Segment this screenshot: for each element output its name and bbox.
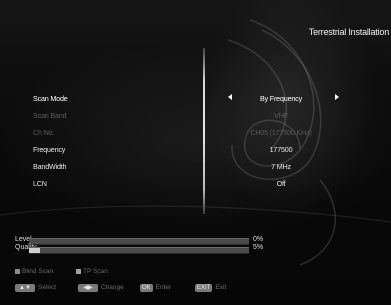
setting-row-lcn[interactable]: LCN Off: [0, 176, 391, 190]
setting-row-frequency[interactable]: Frequency 177500: [0, 142, 391, 156]
setting-value: By Frequency: [260, 94, 302, 103]
legend-label: Exit: [215, 284, 227, 291]
setting-label: BandWidth: [33, 162, 67, 171]
legend-label: Select: [38, 284, 57, 291]
setting-value: Off: [276, 179, 286, 188]
setting-value: VHF: [274, 111, 288, 120]
setting-row-scan-mode[interactable]: Scan Mode By Frequency: [0, 91, 391, 105]
legend-change: ◀▶ Change: [78, 284, 124, 292]
blind-scan-key-icon: [15, 269, 20, 274]
exit-key-icon: EXIT: [195, 284, 213, 292]
tv-menu-screen: Terrestrial Installation Scan Mode By Fr…: [0, 0, 391, 305]
legend-tp-scan: TP Scan: [76, 268, 108, 275]
quality-meter: [29, 247, 249, 254]
left-right-key-icon: ◀▶: [78, 284, 98, 292]
up-down-key-icon: ▲▼: [15, 284, 35, 292]
arrow-right-icon[interactable]: [335, 94, 339, 100]
setting-value: 177500: [269, 145, 293, 154]
legend-blind-scan: Blind Scan: [15, 268, 53, 275]
level-meter: [29, 238, 249, 245]
setting-label: Ch No.: [33, 128, 55, 137]
setting-label: Scan Mode: [33, 94, 68, 103]
legend-enter: OK Enter: [140, 284, 171, 292]
setting-value: CH05 (177500 KHz): [250, 128, 312, 137]
setting-row-channel-number: Ch No. CH05 (177500 KHz): [0, 125, 391, 139]
legend-exit: EXIT Exit: [195, 284, 226, 292]
ok-key-icon: OK: [140, 284, 153, 292]
setting-row-bandwidth[interactable]: BandWidth 7 MHz: [0, 159, 391, 173]
legend-label: Change: [101, 284, 124, 291]
legend-label: Blind Scan: [22, 268, 54, 275]
setting-label: LCN: [33, 179, 47, 188]
tp-scan-key-icon: [76, 269, 81, 274]
legend-label: TP Scan: [83, 268, 108, 275]
level-percent: 0%: [253, 236, 264, 243]
legend-label: Enter: [155, 284, 172, 291]
setting-row-scan-band: Scan Band VHF: [0, 108, 391, 122]
setting-label: Frequency: [33, 145, 66, 154]
quality-meter-fill: [29, 248, 40, 253]
page-title: Terrestrial Installation: [308, 27, 389, 37]
quality-percent: 5%: [253, 244, 264, 251]
setting-value: 7 MHz: [271, 162, 291, 171]
legend-select: ▲▼ Select: [15, 284, 56, 292]
setting-label: Scan Band: [33, 111, 67, 120]
